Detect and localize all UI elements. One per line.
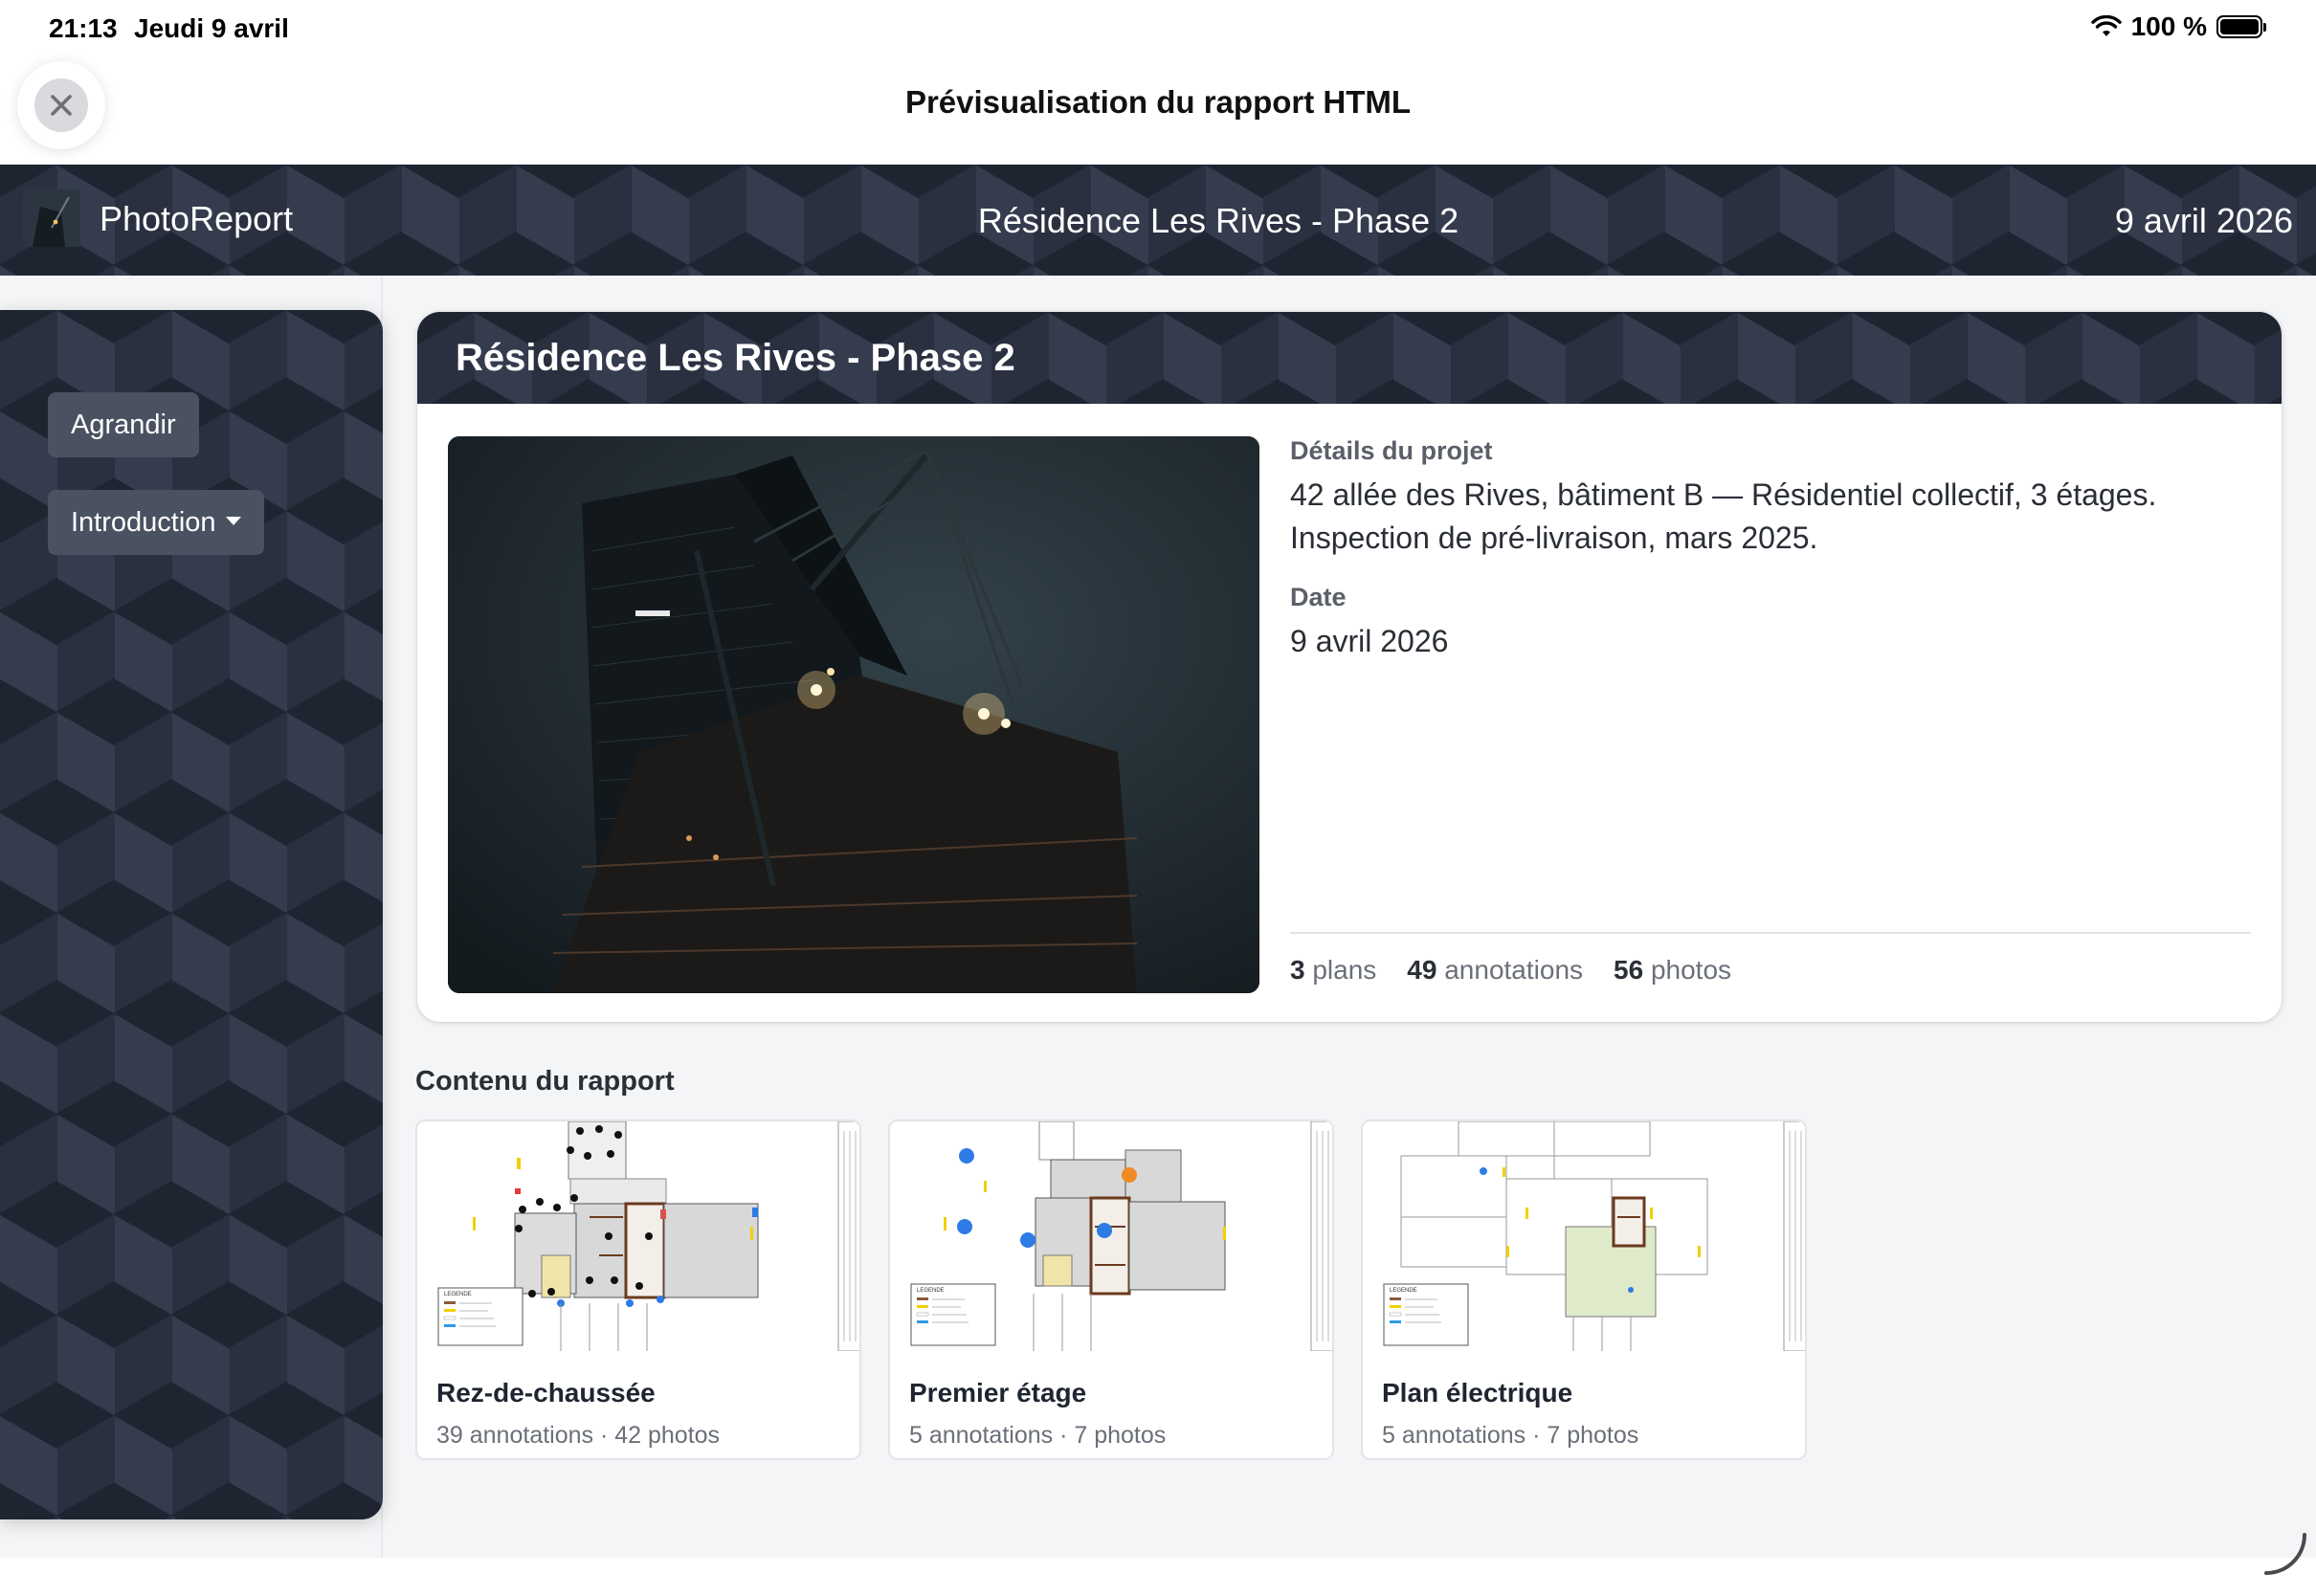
section-dropdown-label: Introduction [71,507,216,538]
plan-name: Rez-de-chaussée [436,1378,656,1408]
header-project-title: Résidence Les Rives - Phase 2 [977,201,1459,240]
plan-meta: 39 annotations · 42 photos [436,1422,721,1449]
section-dropdown[interactable]: Introduction [48,490,264,555]
stat-annotations: 49 annotations [1407,955,1584,985]
plan-thumbnail: LEGENDE [890,1121,1332,1352]
project-card: Résidence Les Rives - Phase 2 Détails du… [417,312,2282,1022]
plan-meta: 5 annotations · 7 photos [1382,1422,1639,1449]
resize-handle-icon[interactable] [2260,1531,2308,1579]
project-details: Détails du projet 42 allée des Rives, bâ… [1290,436,2251,663]
project-cover-photo[interactable] [448,436,1259,993]
details-line-2: Inspection de pré-livraison, mars 2025. [1290,521,1818,555]
legend-title: LEGENDE [917,1288,945,1294]
report-page: Agrandir Introduction Résidence Les Rive… [0,276,2316,1558]
header-date: 9 avril 2026 [2114,201,2293,240]
legend-title: LEGENDE [1390,1288,1417,1294]
plan-card-rez-de-chaussee[interactable]: LEGENDE Rez-de-chaussée 39 annotations ·… [415,1119,861,1460]
stat-photos: 56 photos [1614,955,1732,985]
bottom-bar [0,1533,2316,1596]
plan-name: Plan électrique [1382,1378,1573,1408]
battery-icon [2216,15,2266,38]
sidebar: Agrandir Introduction [0,310,383,1519]
status-bar: 21:13 Jeudi 9 avril 100 % [0,0,2316,61]
details-label: Détails du projet [1290,436,1493,465]
stats-divider [1290,932,2251,934]
project-title: Résidence Les Rives - Phase 2 [456,337,1015,379]
details-text: 42 allée des Rives, bâtiment B — Résiden… [1290,474,2251,560]
plan-card-plan-electrique[interactable]: LEGENDE Plan électrique 5 annotations · … [1361,1119,1807,1460]
project-card-header: Résidence Les Rives - Phase 2 [417,312,2282,404]
plan-card-premier-etage[interactable]: LEGENDE Premier étage 5 annotations · 7 … [888,1119,1334,1460]
status-date: Jeudi 9 avril [134,13,289,43]
plan-thumbnail: LEGENDE [417,1121,859,1352]
plan-thumbnail: LEGENDE [1363,1121,1805,1352]
wifi-icon [2090,15,2122,36]
details-line-1: 42 allée des Rives, bâtiment B — Résiden… [1290,477,2157,512]
date-label: Date [1290,583,1347,611]
status-time: 21:13 [49,13,118,43]
plan-name: Premier étage [909,1378,1087,1408]
expand-button[interactable]: Agrandir [48,392,199,457]
stat-plans: 3 plans [1290,955,1377,985]
status-indicators: 100 % [2090,11,2266,42]
battery-percent: 100 % [2130,11,2207,41]
plan-meta: 5 annotations · 7 photos [909,1422,1167,1449]
project-stats: 3 plans 49 annotations 56 photos [1290,955,1731,986]
caret-down-icon [225,516,241,525]
contents-title: Contenu du rapport [415,1066,675,1097]
legend-title: LEGENDE [444,1292,472,1297]
date-value: 9 avril 2026 [1290,624,1449,658]
report-header: PhotoReport Résidence Les Rives - Phase … [0,165,2316,276]
sheet-title: Prévisualisation du rapport HTML [904,84,1412,120]
